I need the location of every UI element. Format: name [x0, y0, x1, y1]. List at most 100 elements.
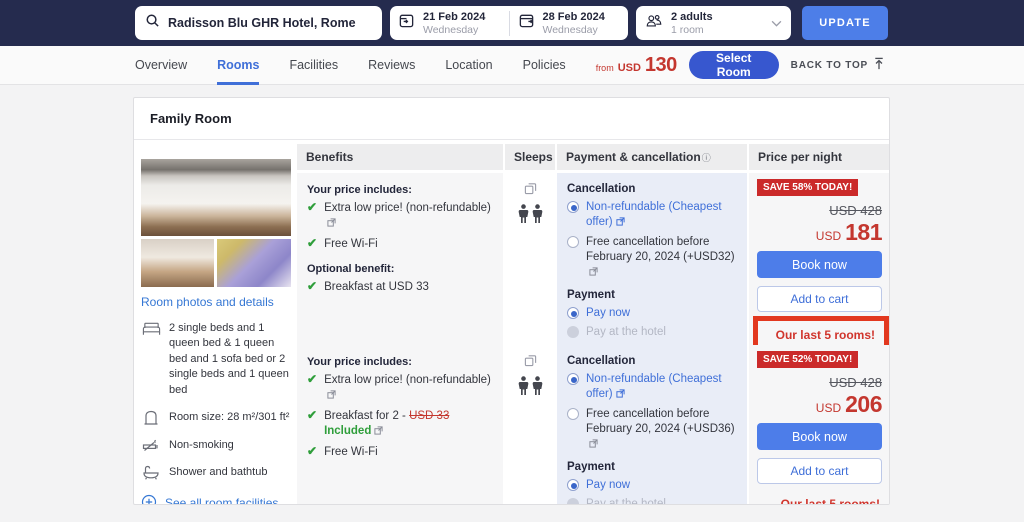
guests-rooms: 1 room	[671, 24, 763, 36]
col-header-benefits: Benefits	[297, 144, 503, 170]
col-header-price: Price per night	[749, 144, 890, 170]
current-price: USD 206	[816, 391, 882, 418]
checkin-field[interactable]: 21 Feb 2024 Wednesday	[390, 11, 509, 36]
col-header-sleeps: Sleeps	[505, 144, 555, 170]
radio-disabled-icon	[567, 498, 579, 505]
scarcity-message: Our last 5 rooms!	[767, 328, 875, 342]
room-photo-main[interactable]	[141, 159, 291, 236]
check-icon: ✔	[307, 201, 317, 214]
external-link-icon[interactable]	[589, 266, 598, 281]
save-badge: SAVE 52% TODAY!	[757, 351, 858, 368]
pay-option-at-hotel: Pay at the hotel	[567, 325, 737, 340]
destination-search-box[interactable]	[135, 6, 382, 40]
compare-icon[interactable]	[524, 182, 537, 200]
old-price: USD 428	[829, 375, 882, 390]
external-link-icon[interactable]	[374, 425, 383, 440]
book-now-button[interactable]: Book now	[757, 423, 882, 450]
external-link-icon[interactable]	[327, 217, 336, 232]
radio-selected-icon	[567, 307, 579, 319]
sleeps-cell-2	[505, 345, 555, 505]
sleeps-adults-icons	[518, 376, 543, 396]
benefit-item: ✔ Extra low price! (non-refundable)	[307, 373, 493, 404]
cancellation-label: Cancellation	[567, 183, 737, 195]
guests-adults: 2 adults	[671, 11, 763, 23]
cancel-option-nonrefundable[interactable]: Non-refundable (Cheapest offer)	[567, 372, 737, 403]
external-link-icon[interactable]	[589, 438, 598, 453]
from-currency: USD	[618, 62, 641, 74]
sleeps-adults-icons	[518, 204, 543, 224]
benefit-item: ✔ Extra low price! (non-refundable)	[307, 201, 493, 232]
offer-row-2: Your price includes: ✔ Extra low price! …	[297, 345, 890, 505]
info-icon[interactable]: ⓘ	[702, 151, 711, 164]
tab-location[interactable]: Location	[445, 46, 492, 85]
benefit-item: ✔ Breakfast at USD 33	[307, 280, 493, 295]
price-cell-2: SAVE 52% TODAY! USD 428 USD 206 Book now…	[749, 345, 890, 505]
checkin-date: 21 Feb 2024	[423, 11, 485, 23]
tab-reviews[interactable]: Reviews	[368, 46, 415, 85]
from-price: from USD 130	[596, 54, 677, 77]
check-icon: ✔	[307, 373, 317, 386]
check-icon: ✔	[307, 445, 317, 458]
cancel-option-free-cancellation[interactable]: Free cancellation before February 20, 20…	[567, 407, 737, 453]
pay-option-at-hotel: Pay at the hotel	[567, 497, 737, 505]
search-input[interactable]	[168, 16, 372, 30]
plus-circle-icon	[141, 494, 157, 505]
radio-unselected-icon	[567, 408, 579, 420]
checkout-field[interactable]: 28 Feb 2024 Wednesday	[509, 11, 629, 36]
bed-configuration-text: 2 single beds and 1 queen bed & 1 queen …	[169, 321, 291, 398]
tab-policies[interactable]: Policies	[523, 46, 566, 85]
add-to-cart-button[interactable]: Add to cart	[757, 458, 882, 484]
radio-disabled-icon	[567, 326, 579, 338]
compare-icon[interactable]	[524, 354, 537, 372]
benefit-item-breakfast: ✔ Breakfast for 2 - USD 33 Included	[307, 409, 493, 440]
see-all-facilities-link[interactable]: See all room facilities	[141, 494, 291, 505]
room-title: Family Room	[134, 98, 889, 140]
benefit-item: ✔ Free Wi-Fi	[307, 445, 493, 460]
chevron-down-icon	[771, 14, 782, 32]
tab-overview[interactable]: Overview	[135, 46, 187, 85]
old-price: USD 428	[829, 203, 882, 218]
back-to-top-label: BACK TO TOP	[791, 60, 868, 71]
external-link-icon[interactable]	[327, 389, 336, 404]
arrow-up-icon	[873, 57, 885, 73]
includes-label: Your price includes:	[307, 184, 493, 196]
back-to-top-link[interactable]: BACK TO TOP	[791, 57, 885, 73]
cancel-option-nonrefundable[interactable]: Non-refundable (Cheapest offer)	[567, 200, 737, 231]
top-search-bar: 21 Feb 2024 Wednesday 28 Feb 2024 Wednes…	[0, 0, 1024, 46]
guests-selector[interactable]: 2 adults 1 room	[636, 6, 791, 40]
room-size: Room size: 28 m²/301 ft²	[141, 410, 291, 426]
offer-row-1: Your price includes: ✔ Extra low price! …	[297, 173, 890, 339]
scarcity-message: Our last 5 rooms!	[757, 497, 882, 505]
offers-table-header: Benefits Sleeps Payment & cancellationⓘ …	[297, 144, 890, 170]
update-button[interactable]: UPDATE	[802, 6, 888, 40]
room-photo-thumb-1[interactable]	[141, 239, 214, 287]
shower-bathtub-icon	[141, 465, 161, 480]
col-header-payment: Payment & cancellationⓘ	[557, 144, 747, 170]
room-photo-thumb-2[interactable]	[217, 239, 291, 287]
payment-label: Payment	[567, 461, 737, 473]
smoking-policy: Non-smoking	[141, 438, 291, 453]
pay-option-pay-now[interactable]: Pay now	[567, 478, 737, 493]
room-card-family-room: Family Room Room photos and details 2 si…	[133, 97, 890, 505]
radio-selected-icon	[567, 201, 579, 213]
search-icon	[145, 13, 160, 33]
tab-rooms[interactable]: Rooms	[217, 46, 259, 85]
pay-option-pay-now[interactable]: Pay now	[567, 306, 737, 321]
book-now-button[interactable]: Book now	[757, 251, 882, 278]
payment-cell-2: Cancellation Non-refundable (Cheapest of…	[557, 345, 747, 505]
tab-facilities[interactable]: Facilities	[289, 46, 338, 85]
external-link-icon[interactable]	[616, 388, 625, 403]
breakfast-included-label: Included	[324, 425, 371, 437]
current-price: USD 181	[816, 219, 882, 246]
offers-table: Benefits Sleeps Payment & cancellationⓘ …	[297, 140, 890, 498]
radio-unselected-icon	[567, 236, 579, 248]
room-photos-details-link[interactable]: Room photos and details	[141, 295, 291, 309]
from-amount: 130	[645, 54, 677, 77]
benefit-item: ✔ Free Wi-Fi	[307, 237, 493, 252]
add-to-cart-button[interactable]: Add to cart	[757, 286, 882, 312]
select-room-button[interactable]: Select Room	[689, 51, 779, 79]
external-link-icon[interactable]	[616, 216, 625, 231]
checkin-calendar-icon	[398, 12, 415, 34]
check-icon: ✔	[307, 237, 317, 250]
cancel-option-free-cancellation[interactable]: Free cancellation before February 20, 20…	[567, 235, 737, 281]
